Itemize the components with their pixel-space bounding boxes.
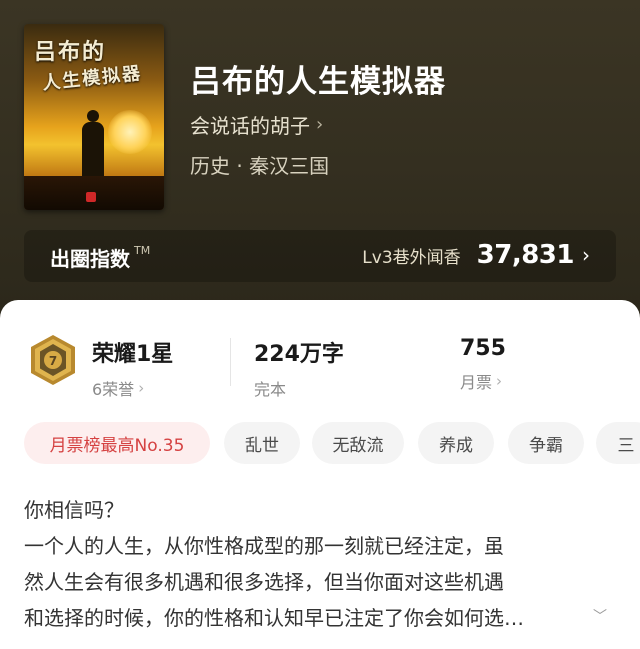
- medal-number: 7: [49, 354, 57, 368]
- chevron-right-icon: ›: [582, 243, 590, 267]
- honor-count: 6荣誉: [92, 380, 135, 399]
- cover-figure: [82, 110, 104, 180]
- completion-status-label: 完本: [254, 380, 287, 399]
- description-line: 和选择的时候，你的性格和认知早已注定了你会如何选…: [24, 606, 524, 630]
- book-genre: 历史 · 秦汉三国: [190, 154, 330, 178]
- tag-item[interactable]: 争霸: [508, 422, 584, 464]
- author-name: 会说话的胡子: [190, 114, 310, 138]
- monthly-ticket-stat[interactable]: 755 月票 ›: [460, 336, 506, 393]
- monthly-ticket-count: 755: [460, 336, 506, 361]
- index-value: 37,831: [476, 240, 575, 270]
- author-link[interactable]: 会说话的胡子 ›: [190, 110, 323, 139]
- completion-status: 完本: [254, 376, 344, 400]
- honor-stat[interactable]: 荣耀1星 6荣誉 ›: [92, 336, 173, 400]
- tag-list: 月票榜最高No.35 乱世 无敌流 养成 争霸 三: [24, 422, 640, 468]
- index-right-group: Lv3巷外闻香 37,831 ›: [362, 240, 590, 270]
- honor-title: 荣耀1星: [92, 342, 174, 367]
- trademark-mark: TM: [134, 244, 151, 257]
- tag-item[interactable]: 养成: [418, 422, 494, 464]
- book-description[interactable]: 你相信吗？ 一个人的人生，从你性格成型的那一刻就已经注定，虽 然人生会有很多机遇…: [24, 492, 614, 636]
- book-title: 吕布的人生模拟器: [190, 64, 446, 100]
- word-count-stat: 224万字 完本: [254, 336, 344, 400]
- book-cover[interactable]: 吕布的 人生模拟器: [24, 24, 164, 210]
- chevron-right-icon: ›: [138, 379, 145, 397]
- stat-divider: [230, 338, 231, 386]
- monthly-ticket-sub-row: 月票 ›: [460, 369, 506, 393]
- cover-title-line1: 吕布的: [34, 39, 107, 65]
- tag-item[interactable]: 乱世: [224, 422, 300, 464]
- index-level: Lv3巷外闻香: [362, 247, 461, 268]
- chevron-down-icon[interactable]: ﹀: [593, 606, 607, 626]
- tag-ranking[interactable]: 月票榜最高No.35: [24, 422, 210, 464]
- index-label: 出圈指数: [50, 247, 130, 271]
- tag-item[interactable]: 无敌流: [312, 422, 404, 464]
- tag-item[interactable]: 三: [596, 422, 640, 464]
- chevron-right-icon: ›: [496, 372, 503, 390]
- description-line: 一个人的人生，从你性格成型的那一刻就已经注定，虽: [24, 534, 504, 558]
- description-line: 然人生会有很多机遇和很多选择，但当你面对这些机遇: [24, 570, 504, 594]
- book-header: 吕布的 人生模拟器 吕布的人生模拟器 会说话的胡子 › 历史 · 秦汉三国 出圈…: [0, 0, 640, 330]
- index-label-group: 出圈指数 TM: [50, 243, 150, 272]
- monthly-ticket-label: 月票: [460, 373, 493, 392]
- description-line: 你相信吗？: [24, 498, 124, 522]
- cover-sun: [108, 110, 152, 154]
- book-info-card: 7 荣耀1星 6荣誉 › 224万字 完本 755 月票 › 月票榜最高No.3…: [0, 300, 640, 649]
- word-count: 224万字: [254, 342, 344, 367]
- cover-publisher-badge: [86, 192, 96, 202]
- honor-medal-icon[interactable]: 7: [28, 334, 78, 386]
- popularity-index-bar[interactable]: 出圈指数 TM Lv3巷外闻香 37,831 ›: [24, 230, 616, 282]
- chevron-right-icon: ›: [316, 114, 324, 135]
- honor-sub-row: 6荣誉 ›: [92, 376, 173, 400]
